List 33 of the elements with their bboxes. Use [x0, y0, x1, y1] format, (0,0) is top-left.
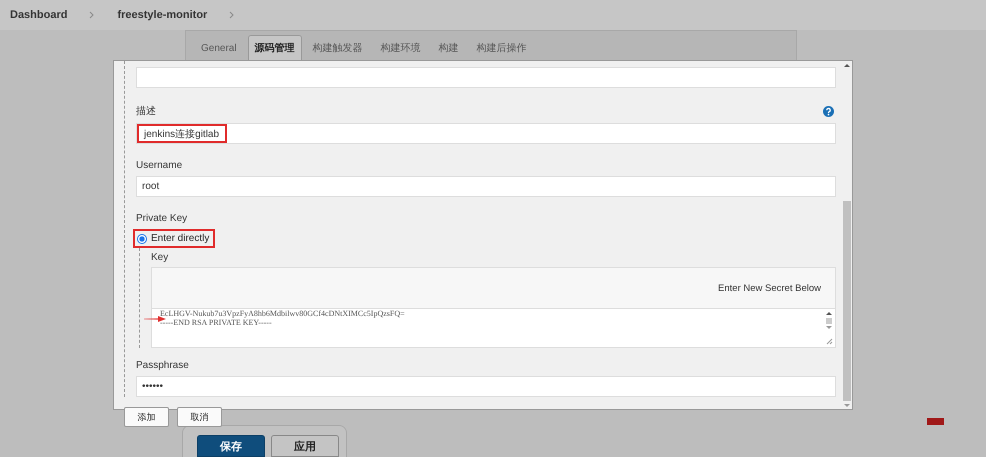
- save-button[interactable]: 保存: [197, 435, 265, 457]
- cancel-button[interactable]: 取消: [177, 407, 222, 427]
- field-label: Username: [136, 160, 182, 171]
- tab[interactable]: 构建环境: [374, 35, 428, 60]
- breadcrumb-link[interactable]: Dashboard: [10, 9, 68, 21]
- password-field[interactable]: ••••••: [136, 376, 836, 397]
- input-field[interactable]: [136, 67, 836, 88]
- field-label: Passphrase: [136, 360, 189, 371]
- tab[interactable]: General: [194, 35, 244, 60]
- field-label: 描述: [136, 104, 156, 118]
- input-field[interactable]: root: [136, 176, 836, 197]
- scrollbar[interactable]: [825, 311, 833, 345]
- key-textarea[interactable]: EcLHGV-Nukub7u3VpzFyA8hb6Mdbilwv80GCf4cDNtXIMCc5IpQzsFQ= -----END RSA PRIVATE KEY-----: [152, 309, 835, 347]
- field-label: Key: [151, 252, 170, 263]
- key-text: EcLHGV-Nukub7u3VpzFyA8hb6Mdbilwv80GCf4cDNtXIMCc5IpQzsFQ=: [160, 309, 406, 318]
- input-field[interactable]: jenkins连接gitlab: [136, 123, 836, 144]
- help-icon[interactable]: [823, 106, 834, 116]
- tab[interactable]: 构建后操作: [470, 35, 534, 60]
- field-label: Private Key: [136, 213, 188, 224]
- radio-label[interactable]: Enter directly: [151, 233, 210, 244]
- apply-button[interactable]: 应用: [271, 435, 339, 457]
- secret-hint: Enter New Secret Below: [718, 282, 821, 294]
- tab[interactable]: 源码管理: [248, 35, 302, 60]
- radio-button[interactable]: [137, 234, 147, 244]
- tab[interactable]: 构建触发器: [306, 35, 370, 60]
- input-value: jenkins连接gitlab: [144, 128, 220, 140]
- chevron-icon: [229, 11, 236, 19]
- scrollbar[interactable]: [842, 61, 852, 409]
- key-text: -----END RSA PRIVATE KEY-----: [160, 318, 273, 327]
- breadcrumb-link[interactable]: freestyle-monitor: [117, 9, 208, 21]
- add-button[interactable]: 添加: [124, 407, 169, 427]
- chevron-icon: [89, 11, 96, 19]
- tab[interactable]: 构建: [432, 35, 466, 60]
